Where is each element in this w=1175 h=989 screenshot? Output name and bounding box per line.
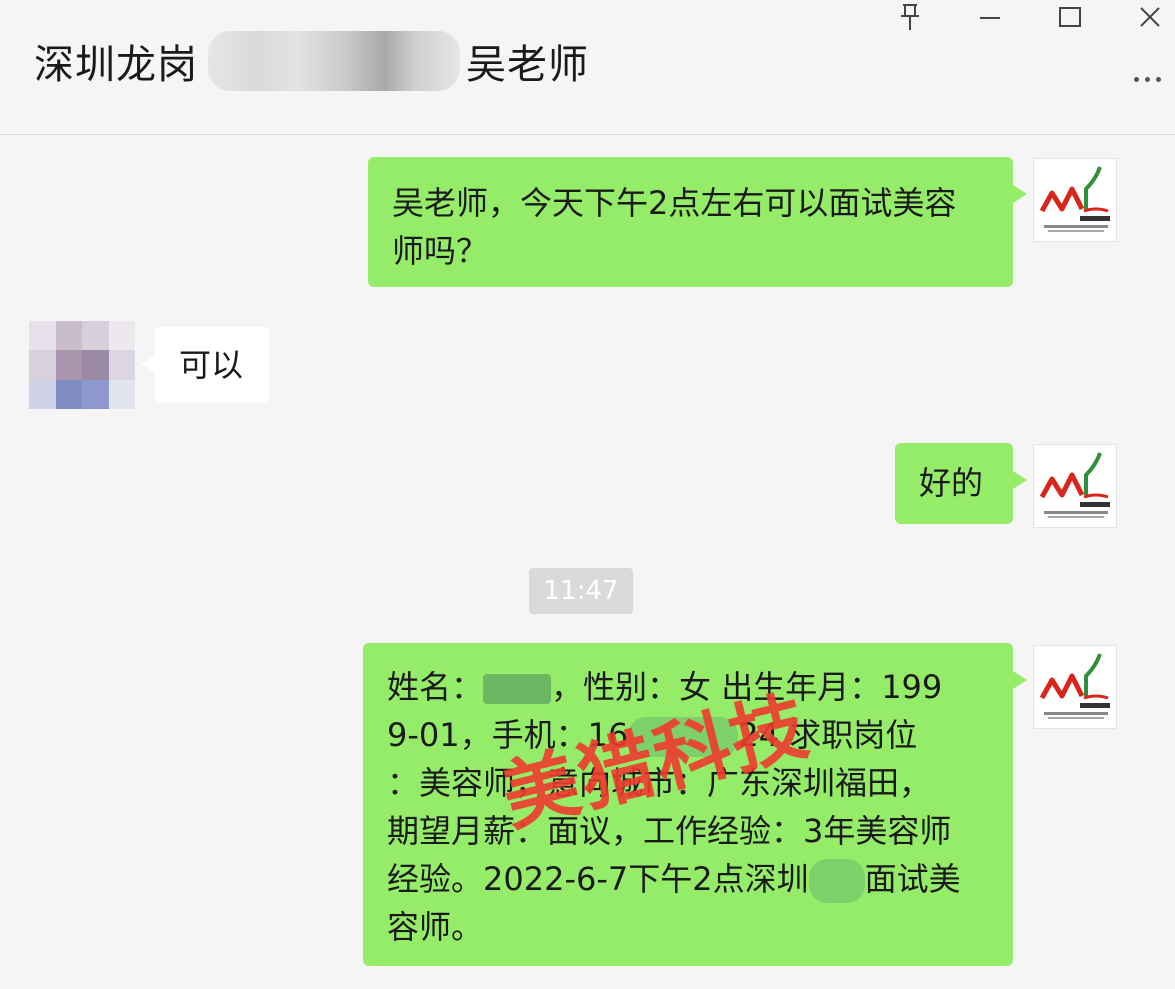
message-bubble-sent[interactable]: 姓名： ，性别：女 出生年月：199 9-01，手机：16 24 求职岗位 ：美容师… <box>363 643 1027 966</box>
my-avatar[interactable] <box>1033 158 1117 242</box>
my-avatar[interactable] <box>1033 645 1117 729</box>
contact-avatar[interactable] <box>29 321 135 409</box>
redacted-name <box>208 31 460 91</box>
more-icon[interactable] <box>1127 64 1167 94</box>
message-text: 好的 <box>919 464 984 502</box>
minimize-icon[interactable] <box>970 0 1010 34</box>
chat-title-prefix: 深圳龙岗 <box>34 42 198 88</box>
message-bubble-sent[interactable]: 好的 <box>895 443 1027 524</box>
message-text: 师吗？ <box>392 232 489 270</box>
message-text-part: 24 求职岗位 <box>738 716 918 754</box>
message-text-part: ，性别：女 出生年月：199 <box>551 668 943 706</box>
message-text: 容师。 <box>387 908 484 946</box>
message-text-part: 经验。2022-6-7下午2点深圳 <box>387 860 809 898</box>
message-bubble-sent[interactable]: 吴老师，今天下午2点左右可以面试美容 师吗？ <box>368 157 1027 287</box>
message-text: 期望月薪：面议，工作经验：3年美容师 <box>387 812 952 850</box>
message-text: 经验。2022-6-7下午2点深圳 面试美 <box>387 855 1013 903</box>
message-bubble-received[interactable]: 可以 <box>141 327 269 403</box>
message-text-part: 姓名： <box>387 668 484 706</box>
redacted-name <box>483 674 552 704</box>
message-text: 9-01，手机：16 24 求职岗位 <box>387 711 1013 759</box>
message-text: 吴老师，今天下午2点左右可以面试美容 <box>392 184 957 222</box>
message-text: 可以 <box>179 346 244 384</box>
my-avatar[interactable] <box>1033 444 1117 528</box>
message-text-part: 面试美 <box>864 860 961 898</box>
redacted-phone <box>628 717 739 757</box>
redacted-location <box>808 859 865 903</box>
message-text-part: 9-01，手机：16 <box>387 716 629 754</box>
chat-title-suffix: 吴老师 <box>466 42 589 88</box>
chat-header: 深圳龙岗 吴老师 <box>0 0 1175 135</box>
pin-icon[interactable] <box>890 0 930 34</box>
close-icon[interactable] <box>1130 0 1170 34</box>
message-text: ：美容师，意向城市：广东深圳福田， <box>387 764 932 802</box>
maximize-icon[interactable] <box>1050 0 1090 34</box>
message-text: 姓名： ，性别：女 出生年月：199 <box>387 663 1013 711</box>
timestamp: 11:47 <box>529 568 633 614</box>
chat-title: 深圳龙岗 吴老师 <box>34 31 589 91</box>
